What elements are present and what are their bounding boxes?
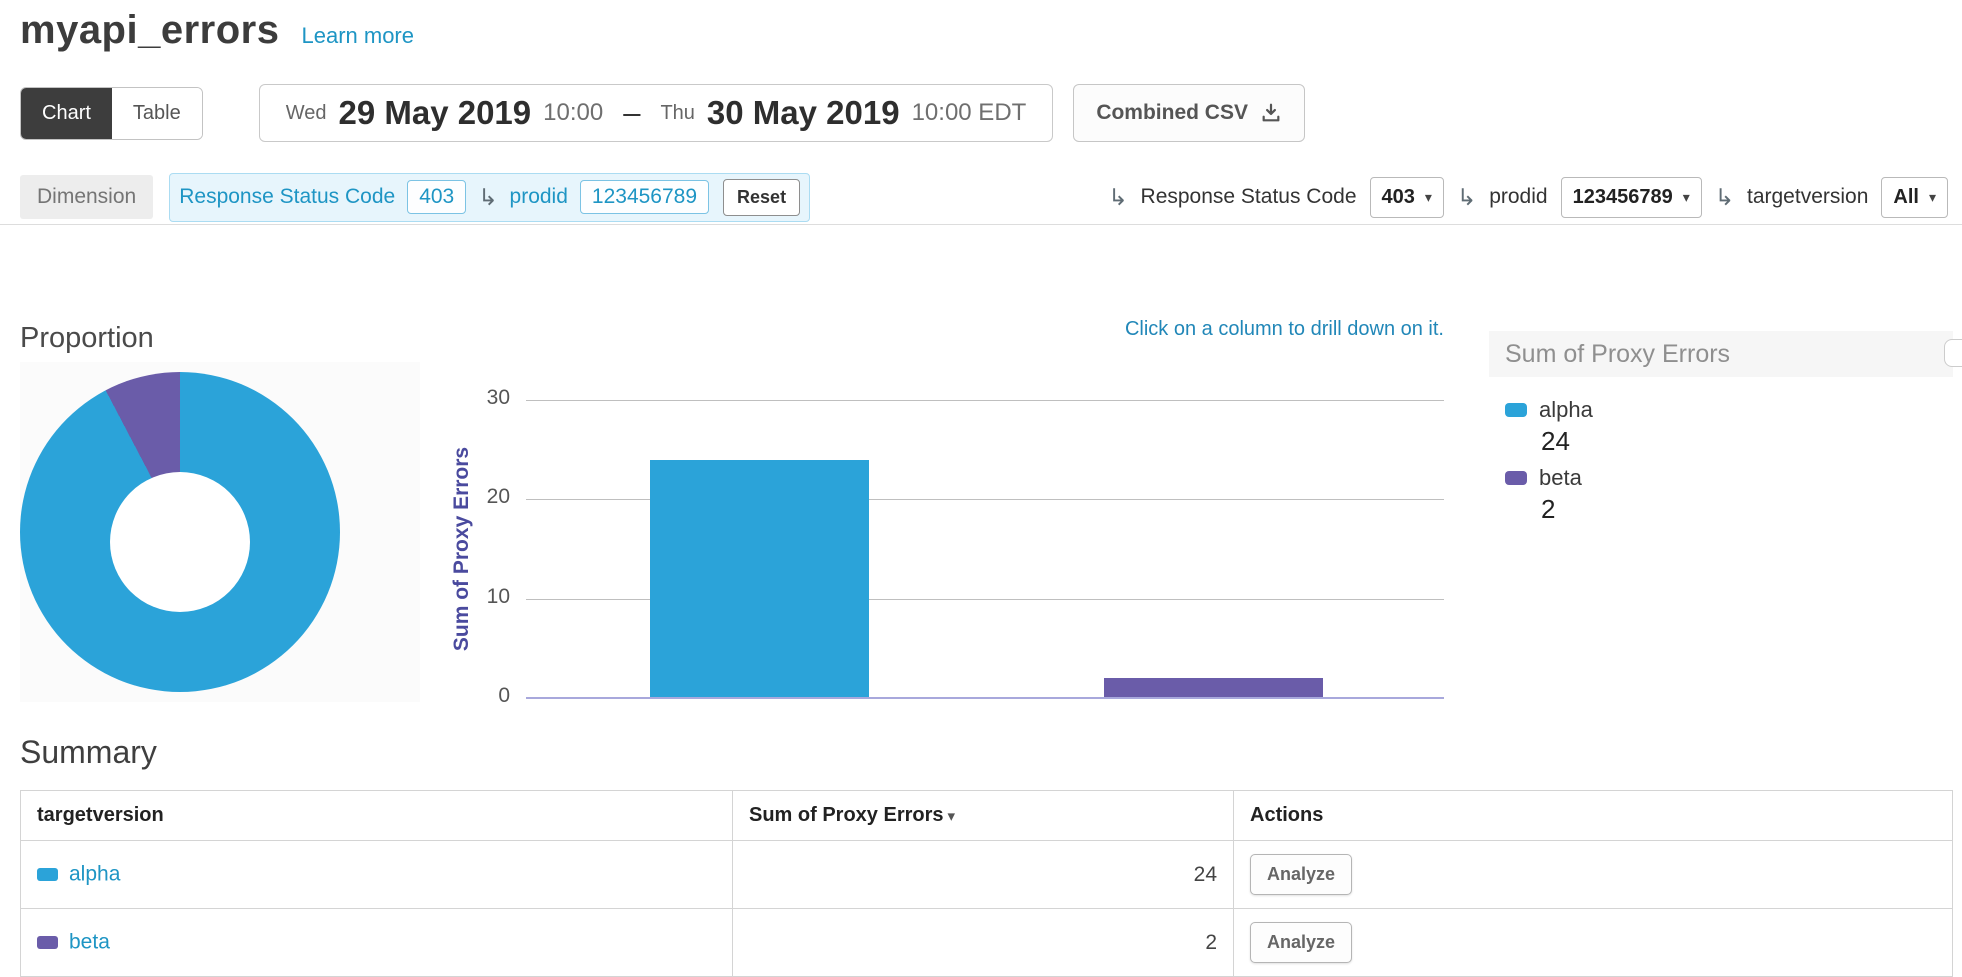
filter-label-response-status-code: Response Status Code <box>1141 185 1357 209</box>
combined-csv-button[interactable]: Combined CSV <box>1073 84 1305 142</box>
cell-actions: Analyze <box>1234 841 1953 909</box>
chevron-down-icon: ▾ <box>1683 189 1690 206</box>
legend-label: beta <box>1539 465 1582 491</box>
download-icon <box>1260 102 1282 124</box>
view-toggle: Chart Table <box>20 87 203 140</box>
drilldown-arrow-icon: ↳ <box>1715 186 1734 209</box>
filters-group: ↳ Response Status Code 403 ▾ ↳ prodid 12… <box>1108 177 1948 218</box>
chevron-down-icon: ▾ <box>1929 189 1936 206</box>
alpha-drill-link[interactable]: alpha <box>69 863 120 886</box>
filter-select-value: 123456789 <box>1573 186 1673 209</box>
section-divider <box>0 224 1962 225</box>
table-view-button[interactable]: Table <box>112 88 202 139</box>
beta-drill-link[interactable]: beta <box>69 931 110 954</box>
analyze-button[interactable]: Analyze <box>1250 922 1352 963</box>
drilldown-path: Response Status Code 403 ↳ prodid 123456… <box>169 173 810 222</box>
donut-chart[interactable] <box>20 372 340 692</box>
beta-color-swatch <box>37 936 58 949</box>
column-header-targetversion: targetversion <box>21 791 733 841</box>
summary-table: targetversion Sum of Proxy Errors▾ Actio… <box>20 790 1953 977</box>
y-tick-label: 30 <box>452 386 510 410</box>
legend-title: Sum of Proxy Errors <box>1489 331 1953 377</box>
filter-select-response-status-code[interactable]: 403 ▾ <box>1370 177 1444 218</box>
donut-hole <box>110 472 250 612</box>
legend-scroll-handle[interactable] <box>1944 339 1962 367</box>
analyze-button[interactable]: Analyze <box>1250 854 1352 895</box>
summary-title: Summary <box>20 734 157 771</box>
date-end-day: Thu <box>660 102 694 125</box>
drilldown-hint[interactable]: Click on a column to drill down on it. <box>526 318 1444 341</box>
date-end-date: 30 May 2019 <box>707 94 900 132</box>
drilldown-arrow-icon: ↳ <box>1108 186 1127 209</box>
cell-sum-of-proxy-errors: 2 <box>733 909 1234 977</box>
bar-chart <box>526 400 1444 698</box>
date-range-picker[interactable]: Wed 29 May 2019 10:00 – Thu 30 May 2019 … <box>259 84 1054 142</box>
legend-value: 2 <box>1505 494 1937 525</box>
date-start-day: Wed <box>286 102 327 125</box>
date-start-date: 29 May 2019 <box>338 94 531 132</box>
legend-value: 24 <box>1505 426 1937 457</box>
column-header-actions: Actions <box>1234 791 1953 841</box>
filter-select-targetversion[interactable]: All ▾ <box>1881 177 1948 218</box>
filter-select-prodid[interactable]: 123456789 ▾ <box>1561 177 1702 218</box>
date-end-time: 10:00 EDT <box>912 99 1027 127</box>
drill-dimension-name: Response Status Code <box>179 185 395 209</box>
filter-label-targetversion: targetversion <box>1747 185 1868 209</box>
sort-desc-icon: ▾ <box>948 808 956 825</box>
gridline <box>526 400 1444 401</box>
legend-item: alpha <box>1505 397 1937 423</box>
analytics-dashboard: myapi_errors Learn more Chart Table Wed … <box>0 0 1962 976</box>
y-tick-label: 0 <box>452 684 510 708</box>
learn-more-link[interactable]: Learn more <box>301 23 414 49</box>
filter-select-value: 403 <box>1382 186 1415 209</box>
dimension-bar: Dimension Response Status Code 403 ↳ pro… <box>20 172 1948 222</box>
drill-dimension-name: prodid <box>510 185 568 209</box>
dimension-label: Dimension <box>20 175 153 219</box>
proportion-card <box>20 362 420 702</box>
filter-label-prodid: prodid <box>1489 185 1547 209</box>
reset-button[interactable]: Reset <box>723 179 800 216</box>
y-tick-label: 20 <box>452 485 510 509</box>
page-title: myapi_errors <box>20 8 279 53</box>
drilldown-arrow-icon: ↳ <box>1457 186 1476 209</box>
alpha-color-swatch <box>1505 403 1527 417</box>
legend-label: alpha <box>1539 397 1593 423</box>
drilldown-arrow-icon: ↳ <box>478 186 497 209</box>
date-range-separator: – <box>623 95 640 131</box>
column-header-sum-of-proxy-errors[interactable]: Sum of Proxy Errors▾ <box>733 791 1234 841</box>
header: myapi_errors Learn more <box>20 8 414 53</box>
chevron-down-icon: ▾ <box>1425 189 1432 206</box>
date-start-time: 10:00 <box>543 99 603 127</box>
cell-sum-of-proxy-errors: 24 <box>733 841 1234 909</box>
cell-targetversion: alpha <box>21 841 733 909</box>
cell-targetversion: beta <box>21 909 733 977</box>
filter-select-value: All <box>1893 186 1919 209</box>
y-tick-label: 10 <box>452 585 510 609</box>
chart-view-button[interactable]: Chart <box>21 88 112 139</box>
legend-item: beta <box>1505 465 1937 491</box>
toolbar: Chart Table Wed 29 May 2019 10:00 – Thu … <box>20 84 1942 142</box>
bar-alpha[interactable] <box>650 460 869 698</box>
drill-dimension-value[interactable]: 123456789 <box>580 180 709 214</box>
x-axis-baseline <box>526 697 1444 699</box>
legend-panel: Sum of Proxy Errors alpha 24 beta 2 <box>1489 331 1953 525</box>
drill-dimension-value[interactable]: 403 <box>407 180 466 214</box>
table-row: beta 2 Analyze <box>21 909 1953 977</box>
bar-beta[interactable] <box>1104 678 1323 698</box>
column-header-label: Sum of Proxy Errors <box>749 804 944 826</box>
proportion-title: Proportion <box>20 322 154 355</box>
y-axis-title: Sum of Proxy Errors <box>450 447 474 651</box>
table-row: alpha 24 Analyze <box>21 841 1953 909</box>
legend-items: alpha 24 beta 2 <box>1489 377 1953 525</box>
combined-csv-label: Combined CSV <box>1096 101 1248 125</box>
alpha-color-swatch <box>37 868 58 881</box>
table-header-row: targetversion Sum of Proxy Errors▾ Actio… <box>21 791 1953 841</box>
cell-actions: Analyze <box>1234 909 1953 977</box>
beta-color-swatch <box>1505 471 1527 485</box>
